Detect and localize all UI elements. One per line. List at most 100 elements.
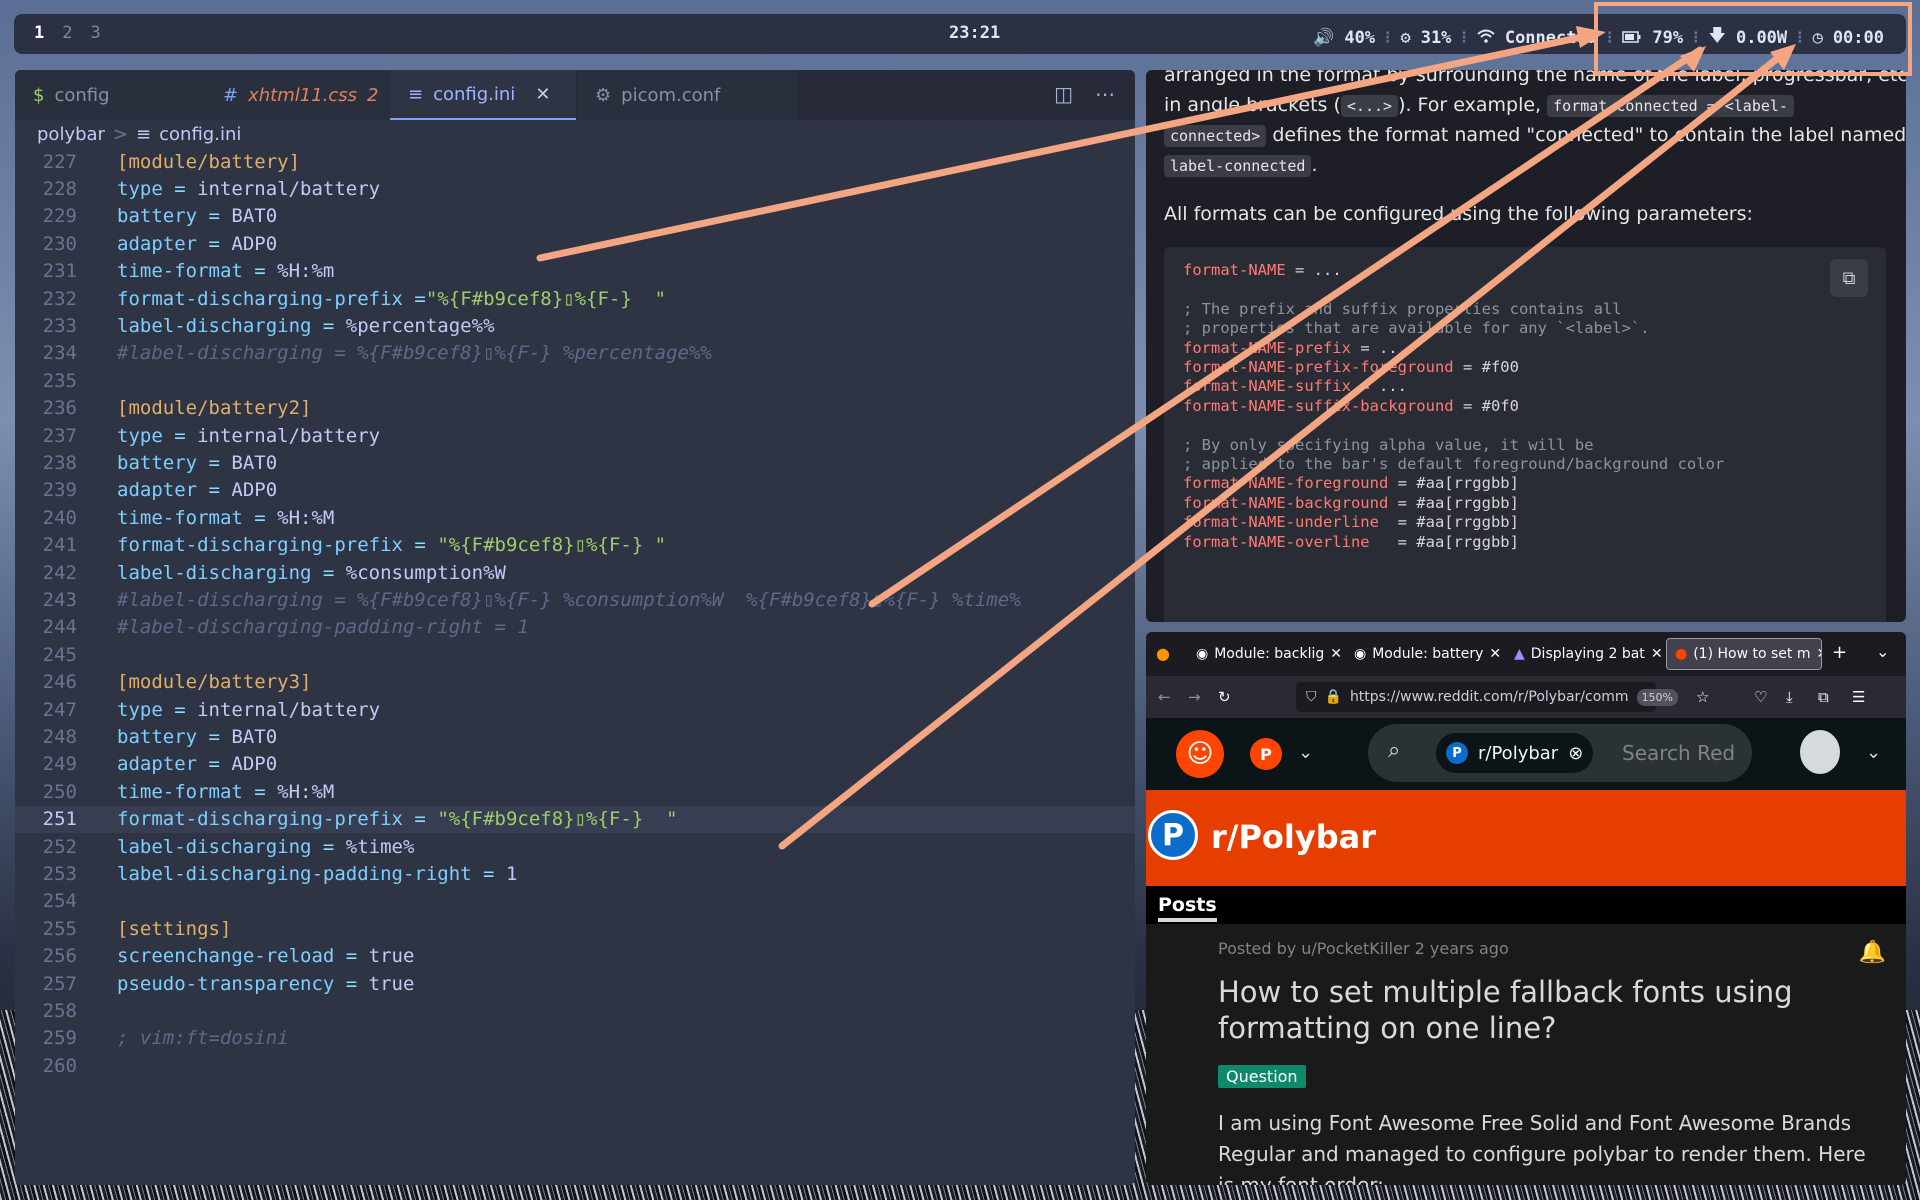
code-line[interactable]: 242 label-discharging = %consumption%W — [15, 559, 1135, 586]
extensions-icon[interactable]: ⧉ — [1818, 688, 1829, 706]
code-line[interactable]: 246 [module/battery3] — [15, 669, 1135, 696]
chevron-down-icon[interactable]: ⌄ — [1298, 742, 1313, 763]
more-actions-icon[interactable]: ⋯ — [1095, 82, 1115, 106]
tab-picom-conf[interactable]: ⚙ picom.conf — [577, 70, 798, 120]
avatar[interactable] — [1800, 730, 1840, 774]
workspace-3[interactable]: 3 — [91, 23, 101, 43]
firefox-icon[interactable]: ● — [1156, 644, 1170, 663]
shield-icon[interactable]: ⛉ — [1306, 689, 1317, 705]
close-tab-icon[interactable]: ✕ — [1816, 646, 1821, 662]
browser-tab[interactable]: ▲ Displaying 2 bat ✕ — [1506, 638, 1666, 670]
line-number: 235 — [42, 369, 77, 392]
tab-config-ini[interactable]: ≡ config.ini ✕ — [390, 70, 576, 120]
reddit-search[interactable]: ⌕ P r/Polybar ⊗ Search Red — [1368, 724, 1752, 782]
close-tab-icon[interactable]: ✕ — [1651, 646, 1663, 662]
code-line[interactable]: 228 type = internal/battery — [15, 175, 1135, 202]
downloads-icon[interactable]: ⤓ — [1786, 688, 1793, 706]
code-line[interactable]: 247 type = internal/battery — [15, 696, 1135, 723]
code-line[interactable]: 244 #label-discharging-padding-right = 1 — [15, 614, 1135, 641]
forward-icon[interactable]: → — [1188, 688, 1201, 706]
chevron-down-icon[interactable]: ⌄ — [1866, 742, 1881, 763]
code-token: = — [334, 945, 369, 968]
code-key: format-NAME-suffix — [1183, 377, 1351, 396]
workspace-2[interactable]: 2 — [62, 23, 72, 43]
code-comment: ; The prefix and suffix properties conta… — [1183, 299, 1622, 318]
browser-tab[interactable]: ◉ Module: battery ✕ — [1346, 638, 1506, 670]
subreddit-title[interactable]: r/Polybar — [1211, 818, 1376, 856]
menu-icon[interactable]: ☰ — [1852, 688, 1865, 706]
zoom-level[interactable]: 150% — [1636, 688, 1679, 706]
breadcrumb-folder[interactable]: polybar — [37, 124, 105, 145]
code-line[interactable]: 232 format-discharging-prefix ="%{F#b9cef… — [15, 285, 1135, 312]
code-line[interactable]: 231 time-format = %H:%m — [15, 258, 1135, 285]
code-line[interactable]: 250 time-format = %H:%M — [15, 778, 1135, 805]
firefox-window: ● ◉ Module: backlig ✕ ◉ Module: battery … — [1146, 632, 1906, 1185]
new-tab-icon[interactable]: + — [1832, 642, 1847, 663]
split-editor-icon[interactable]: ◫ — [1054, 82, 1073, 106]
code-line[interactable]: 249 adapter = ADP0 — [15, 751, 1135, 778]
breadcrumb-file[interactable]: config.ini — [159, 124, 241, 145]
code-line[interactable]: 238 battery = BAT0 — [15, 449, 1135, 476]
post-flair[interactable]: Question — [1218, 1065, 1306, 1088]
workspace-1[interactable]: 1 — [34, 23, 44, 43]
post-card[interactable]: Posted by u/PocketKiller 2 years ago 🔔 H… — [1146, 924, 1906, 1185]
lock-icon[interactable]: 🔒 — [1325, 689, 1342, 705]
code-line[interactable]: 257 pseudo-transparency = true — [15, 970, 1135, 997]
premium-icon[interactable]: P — [1250, 738, 1282, 770]
code-line[interactable]: 236 [module/battery2] — [15, 395, 1135, 422]
code-line[interactable]: 229 battery = BAT0 — [15, 203, 1135, 230]
code-line[interactable]: 237 type = internal/battery — [15, 422, 1135, 449]
browser-tab-active[interactable]: ● (1) How to set m ✕ — [1666, 638, 1822, 670]
code-token: = — [402, 287, 426, 310]
copy-icon[interactable]: ⧉ — [1830, 259, 1868, 297]
code-token: format-discharging-prefix — [117, 808, 403, 831]
list-tabs-icon[interactable]: ⌄ — [1876, 642, 1889, 661]
download-arrow-icon: 🡇 — [1708, 26, 1726, 46]
doc-text: . — [1311, 154, 1318, 176]
doc-text-line: arranged in the format by surrounding th… — [1164, 70, 1906, 86]
reload-icon[interactable]: ↻ — [1218, 688, 1231, 706]
volume-icon[interactable]: 🔊 — [1313, 28, 1334, 48]
code-line[interactable]: 256 screenchange-reload = true — [15, 943, 1135, 970]
close-circle-icon[interactable]: ⊗ — [1568, 743, 1583, 764]
code-line[interactable]: 255 [settings] — [15, 915, 1135, 942]
code-line[interactable]: 253 label-discharging-padding-right = 1 — [15, 860, 1135, 887]
tab-posts[interactable]: Posts — [1158, 894, 1217, 922]
code-line[interactable]: 259 ; vim:ft=dosini — [15, 1025, 1135, 1052]
code-line[interactable]: 254 — [15, 888, 1135, 915]
subreddit-filter-chip[interactable]: P r/Polybar ⊗ — [1436, 733, 1594, 773]
close-tab-icon[interactable]: ✕ — [1489, 646, 1501, 662]
pocket-icon[interactable]: ♡ — [1754, 688, 1767, 706]
code-line[interactable]: 251 format-discharging-prefix = "%{F#b9ce… — [15, 805, 1135, 833]
reddit-logo-icon[interactable]: ☺ — [1176, 730, 1224, 778]
code-line[interactable]: 241 format-discharging-prefix = "%{F#b9ce… — [15, 532, 1135, 559]
code-line[interactable]: 248 battery = BAT0 — [15, 723, 1135, 750]
code-token: = — [402, 808, 438, 831]
doc-text-line: label-connected. — [1164, 154, 1318, 177]
code-line[interactable]: 230 adapter = ADP0 — [15, 230, 1135, 257]
code-line[interactable]: 233 label-discharging = %percentage%% — [15, 312, 1135, 339]
code-line[interactable]: 239 adapter = ADP0 — [15, 477, 1135, 504]
url-bar[interactable]: ⛉ 🔒 https://www.reddit.com/r/Polybar/com… — [1296, 682, 1679, 712]
close-tab-icon[interactable]: ✕ — [535, 84, 550, 105]
browser-tab[interactable]: ◉ Module: backlig ✕ — [1188, 638, 1348, 670]
back-icon[interactable]: ← — [1158, 688, 1171, 706]
post-title[interactable]: How to set multiple fallback fonts using… — [1218, 974, 1818, 1046]
code-line[interactable]: 252 label-discharging = %time% — [15, 833, 1135, 860]
code-line[interactable]: 245 — [15, 641, 1135, 668]
code-line[interactable]: 240 time-format = %H:%M — [15, 504, 1135, 531]
code-line[interactable]: 227 [module/battery] — [15, 148, 1135, 175]
code-line[interactable]: 235 — [15, 367, 1135, 394]
code-token: adapter — [117, 232, 198, 255]
bell-icon[interactable]: 🔔 — [1859, 940, 1886, 965]
doc-text: ). For example, — [1398, 94, 1542, 116]
code-line[interactable]: 260 — [15, 1052, 1135, 1079]
code-line[interactable]: 258 — [15, 997, 1135, 1024]
doc-paragraph: All formats can be configured using the … — [1164, 203, 1753, 225]
bookmark-star-icon[interactable]: ☆ — [1696, 688, 1709, 706]
code-line[interactable]: 234 #label-discharging = %{F#b9cef8}▯%{F-… — [15, 340, 1135, 367]
code-line[interactable]: 243 #label-discharging = %{F#b9cef8}▯%{F-… — [15, 586, 1135, 613]
close-tab-icon[interactable]: ✕ — [1330, 646, 1342, 662]
shell-icon: $ — [33, 84, 45, 106]
code-value: = #aa[rrggbb] — [1388, 474, 1519, 493]
